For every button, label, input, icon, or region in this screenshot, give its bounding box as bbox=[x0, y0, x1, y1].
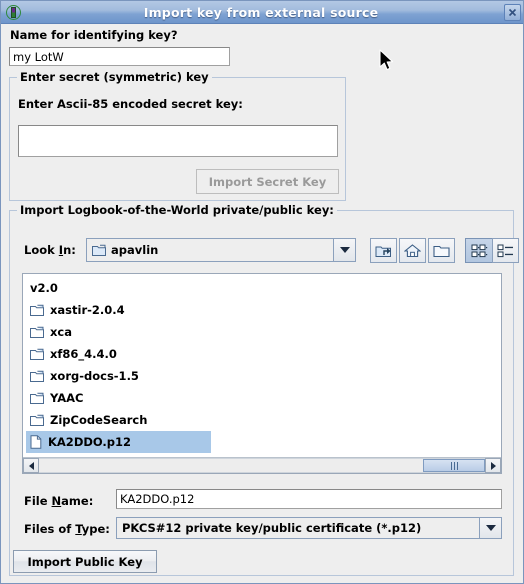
files-of-type-combo[interactable]: PKCS#12 private key/public certificate (… bbox=[116, 517, 502, 539]
folder-icon bbox=[92, 244, 106, 256]
window-title: Import key from external source bbox=[143, 4, 379, 20]
files-of-type-combo-field: PKCS#12 private key/public certificate (… bbox=[117, 518, 479, 538]
list-item[interactable]: xf86_4.4.0 bbox=[26, 343, 211, 365]
secret-key-input[interactable] bbox=[18, 125, 338, 157]
list-item-label: KA2DDO.p12 bbox=[48, 435, 132, 449]
list-item[interactable]: ZipCodeSearch bbox=[26, 409, 211, 431]
list-item-label: v2.0 bbox=[30, 281, 58, 295]
list-item[interactable]: v2.0 bbox=[26, 277, 211, 299]
ascii85-label: Enter Ascii-85 encoded secret key: bbox=[18, 97, 243, 111]
key-app-icon bbox=[5, 4, 22, 21]
create-new-folder-icon[interactable] bbox=[428, 238, 455, 263]
file-list[interactable]: v2.0 xastir-2.0.4 xca xf86_4.4.0 xorg-do… bbox=[22, 273, 502, 474]
list-item-label: xf86_4.4.0 bbox=[50, 347, 117, 361]
import-secret-key-button[interactable]: Import Secret Key bbox=[196, 169, 339, 194]
import-key-dialog: Import key from external source Name for… bbox=[0, 0, 524, 584]
list-item[interactable]: YAAC bbox=[26, 387, 211, 409]
folder-icon bbox=[30, 348, 44, 360]
look-in-combo[interactable]: apavlin bbox=[86, 238, 356, 262]
look-in-combo-field: apavlin bbox=[87, 239, 333, 261]
folder-icon bbox=[30, 392, 44, 404]
folder-icon bbox=[30, 414, 44, 426]
look-in-label: Look In: bbox=[24, 243, 76, 257]
close-icon[interactable] bbox=[504, 3, 521, 21]
secret-key-groupbox: Enter secret (symmetric) key Enter Ascii… bbox=[9, 70, 346, 201]
name-for-key-label: Name for identifying key? bbox=[10, 28, 178, 42]
list-item[interactable]: xorg-docs-1.5 bbox=[26, 365, 211, 387]
files-of-type-value: PKCS#12 private key/public certificate (… bbox=[122, 521, 422, 535]
file-list-column: v2.0 bbox=[26, 277, 211, 299]
mouse-cursor bbox=[379, 49, 394, 71]
view-toggle-group bbox=[465, 238, 519, 263]
import-logbook-groupbox: Import Logbook-of-the-World private/publ… bbox=[9, 203, 519, 576]
scrollbar-thumb[interactable] bbox=[423, 459, 485, 472]
scroll-left-icon[interactable] bbox=[23, 458, 39, 473]
secret-key-group-title: Enter secret (symmetric) key bbox=[17, 70, 212, 84]
list-item[interactable]: xca bbox=[26, 321, 211, 343]
key-name-input[interactable]: my LotW bbox=[9, 47, 230, 66]
file-list-horizontal-scrollbar[interactable] bbox=[23, 457, 501, 473]
folder-icon bbox=[30, 326, 44, 338]
scrollbar-track[interactable] bbox=[39, 458, 485, 473]
list-item-label: xorg-docs-1.5 bbox=[50, 369, 139, 383]
file-list-columns: v2.0 xastir-2.0.4 xca xf86_4.4.0 xorg-do… bbox=[23, 274, 501, 457]
list-item-selected[interactable]: KA2DDO.p12 bbox=[26, 431, 211, 453]
list-item-label: ZipCodeSearch bbox=[50, 413, 148, 427]
look-in-value: apavlin bbox=[111, 243, 159, 257]
list-item[interactable]: xastir-2.0.4 bbox=[26, 299, 211, 321]
files-of-type-combo-arrow-icon[interactable] bbox=[479, 518, 501, 538]
file-name-input[interactable]: KA2DDO.p12 bbox=[116, 489, 502, 509]
files-of-type-label: Files of Type: bbox=[24, 522, 110, 536]
file-list-column: xastir-2.0.4 xca xf86_4.4.0 xorg-docs-1.… bbox=[26, 299, 211, 453]
file-name-label: File Name: bbox=[24, 494, 94, 508]
key-name-value: my LotW bbox=[13, 49, 64, 64]
home-icon[interactable] bbox=[399, 238, 426, 263]
up-one-level-icon[interactable] bbox=[370, 238, 397, 263]
file-name-value: KA2DDO.p12 bbox=[120, 492, 195, 506]
details-view-icon[interactable] bbox=[492, 238, 519, 263]
file-icon bbox=[30, 435, 42, 449]
list-item-label: YAAC bbox=[50, 391, 84, 405]
list-view-icon[interactable] bbox=[465, 238, 492, 263]
folder-icon bbox=[30, 370, 44, 382]
look-in-combo-arrow-icon[interactable] bbox=[333, 239, 355, 261]
scroll-right-icon[interactable] bbox=[485, 458, 501, 473]
list-item-label: xca bbox=[50, 325, 72, 339]
list-item-label: xastir-2.0.4 bbox=[50, 303, 125, 317]
title-bar: Import key from external source bbox=[1, 1, 523, 24]
import-public-key-button[interactable]: Import Public Key bbox=[13, 550, 157, 573]
import-logbook-group-title: Import Logbook-of-the-World private/publ… bbox=[17, 203, 337, 217]
folder-icon bbox=[30, 304, 44, 316]
